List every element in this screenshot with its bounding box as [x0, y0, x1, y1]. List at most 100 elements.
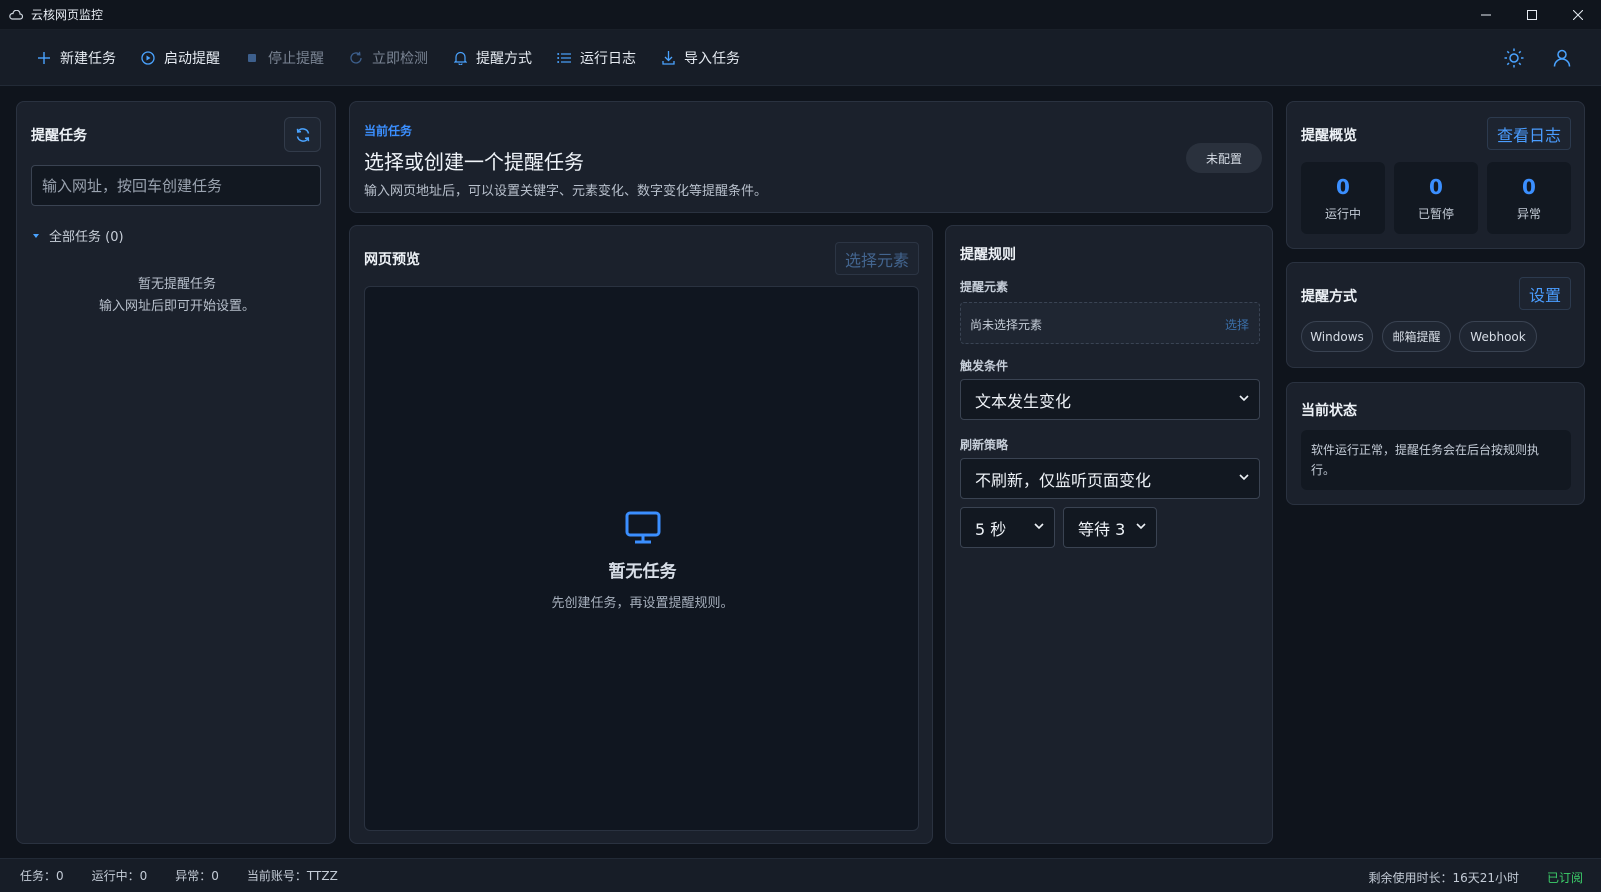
task-list-title: 提醒任务: [31, 128, 87, 144]
run-log-button[interactable]: 运行日志: [544, 43, 648, 73]
current-task-title: 选择或创建一个提醒任务: [364, 150, 584, 174]
user-icon: [1553, 49, 1571, 67]
stat-paused: 0 已暂停: [1394, 162, 1478, 234]
maximize-button[interactable]: [1509, 0, 1555, 30]
start-reminder-label: 启动提醒: [164, 50, 220, 67]
stat-paused-value: 0: [1429, 175, 1443, 199]
stop-icon: [244, 50, 260, 66]
import-task-button[interactable]: 导入任务: [648, 43, 752, 73]
reminder-method-label: 提醒方式: [476, 50, 532, 67]
status-account: 当前账号：TTZZ: [246, 869, 338, 883]
minimize-button[interactable]: [1463, 0, 1509, 30]
cloud-icon: [9, 7, 25, 23]
wait-value: 等待 3: [1078, 519, 1126, 539]
status-subscribed: 已订阅: [1546, 871, 1583, 885]
preview-empty-title: 暂无任务: [608, 562, 677, 582]
theme-toggle-button[interactable]: [1499, 43, 1529, 73]
chip-email[interactable]: 邮箱提醒: [1382, 321, 1451, 352]
status-text: 软件运行正常，提醒任务会在后台按规则执行。: [1301, 430, 1571, 490]
new-task-label: 新建任务: [60, 50, 116, 67]
status-running: 运行中：0: [91, 869, 148, 883]
status-badge: 未配置: [1186, 143, 1262, 173]
trigger-value: 文本发生变化: [975, 391, 1072, 411]
chip-webhook[interactable]: Webhook: [1459, 321, 1537, 352]
plus-icon: [36, 50, 52, 66]
stat-errors: 0 异常: [1487, 162, 1571, 234]
overview-title: 提醒概览: [1301, 128, 1357, 144]
status-errors: 异常：0: [175, 869, 219, 883]
url-input[interactable]: [31, 165, 321, 206]
empty-task-line2: 输入网址后即可开始设置。: [98, 299, 255, 314]
preview-empty-desc: 先创建任务，再设置提醒规则。: [551, 596, 734, 611]
reminder-method-panel: 提醒方式 设置 Windows 邮箱提醒 Webhook: [1286, 262, 1585, 368]
preview-area[interactable]: 暂无任务 先创建任务，再设置提醒规则。: [364, 286, 919, 831]
method-settings-button[interactable]: 设置: [1519, 277, 1571, 310]
download-icon: [660, 50, 676, 66]
task-list-panel: 提醒任务 全部任务 (0) 暂无提醒任务 输入网址后即可开始设置。: [16, 101, 336, 844]
maximize-icon: [1527, 10, 1537, 20]
stat-errors-label: 异常: [1516, 207, 1541, 221]
play-circle-icon: [140, 50, 156, 66]
title-bar: 云核网页监控: [0, 0, 1601, 30]
refresh-select[interactable]: 不刷新，仅监听页面变化: [960, 458, 1260, 499]
import-task-label: 导入任务: [684, 50, 740, 67]
monitor-icon: [625, 511, 660, 544]
stat-paused-label: 已暂停: [1417, 207, 1454, 221]
status-tasks: 任务：0: [20, 869, 64, 883]
new-task-button[interactable]: 新建任务: [24, 43, 128, 73]
element-select-link[interactable]: 选择: [1225, 316, 1249, 333]
run-log-label: 运行日志: [580, 50, 636, 67]
current-task-label: 当前任务: [364, 124, 413, 138]
element-picker[interactable]: 尚未选择元素 选择: [960, 302, 1260, 344]
list-icon: [556, 50, 572, 66]
refresh-tasks-button[interactable]: [284, 117, 321, 152]
preview-title: 网页预览: [364, 252, 420, 268]
view-log-button[interactable]: 查看日志: [1487, 117, 1571, 150]
close-icon: [1573, 10, 1583, 20]
trigger-select[interactable]: 文本发生变化: [960, 379, 1260, 420]
status-title: 当前状态: [1301, 403, 1357, 419]
select-element-button[interactable]: 选择元素: [835, 242, 919, 275]
preview-empty-state: 暂无任务 先创建任务，再设置提醒规则。: [365, 509, 920, 611]
chevron-down-icon: [1034, 523, 1044, 530]
close-button[interactable]: [1555, 0, 1601, 30]
check-now-label: 立即检测: [372, 50, 428, 67]
chevron-down-icon: [1136, 523, 1146, 530]
interval-select[interactable]: 5 秒: [960, 507, 1055, 548]
method-title: 提醒方式: [1301, 289, 1357, 305]
rules-title: 提醒规则: [960, 247, 1016, 263]
stop-reminder-label: 停止提醒: [268, 50, 324, 67]
reminder-rules-panel: 提醒规则 提醒元素 尚未选择元素 选择 触发条件 文本发生变化 刷新策略 不刷新…: [945, 225, 1273, 844]
sun-icon: [1504, 48, 1524, 68]
overview-panel: 提醒概览 查看日志 0 运行中 0 已暂停 0 异常: [1286, 101, 1585, 249]
check-now-button[interactable]: 立即检测: [336, 43, 440, 73]
start-reminder-button[interactable]: 启动提醒: [128, 43, 232, 73]
window-title: 云核网页监控: [31, 8, 104, 22]
all-tasks-node[interactable]: 全部任务 (0): [33, 226, 124, 245]
bell-icon: [452, 50, 468, 66]
current-task-panel: 当前任务 选择或创建一个提醒任务 输入网页地址后，可以设置关键字、元素变化、数字…: [349, 101, 1273, 213]
chevron-down-icon: [1239, 395, 1249, 402]
web-preview-panel: 网页预览 选择元素 暂无任务 先创建任务，再设置提醒规则。: [349, 225, 933, 844]
stat-errors-value: 0: [1522, 175, 1536, 199]
stat-running: 0 运行中: [1301, 162, 1385, 234]
empty-task-message: 暂无提醒任务 输入网址后即可开始设置。: [17, 274, 337, 318]
chevron-down-icon: [1239, 474, 1249, 481]
chevron-down-icon: [33, 233, 39, 238]
toolbar: 新建任务 启动提醒 停止提醒 立即检测 提醒方式 运行日志 导入任务: [0, 30, 1601, 86]
refresh-icon: [348, 50, 364, 66]
refresh-icon: [296, 127, 309, 142]
status-bar: 任务：0 运行中：0 异常：0 当前账号：TTZZ 剩余使用时长：16天21小时…: [0, 858, 1601, 892]
reminder-method-button[interactable]: 提醒方式: [440, 43, 544, 73]
current-status-panel: 当前状态 软件运行正常，提醒任务会在后台按规则执行。: [1286, 382, 1585, 505]
element-label: 提醒元素: [960, 280, 1009, 294]
refresh-value: 不刷新，仅监听页面变化: [975, 470, 1152, 490]
current-task-desc: 输入网页地址后，可以设置关键字、元素变化、数字变化等提醒条件。: [364, 184, 768, 199]
stat-running-label: 运行中: [1324, 207, 1361, 221]
refresh-label: 刷新策略: [960, 438, 1009, 452]
wait-select[interactable]: 等待 3: [1063, 507, 1157, 548]
user-button[interactable]: [1547, 43, 1577, 73]
stop-reminder-button[interactable]: 停止提醒: [232, 43, 336, 73]
empty-task-line1: 暂无提醒任务: [137, 277, 216, 292]
chip-windows[interactable]: Windows: [1301, 321, 1373, 352]
